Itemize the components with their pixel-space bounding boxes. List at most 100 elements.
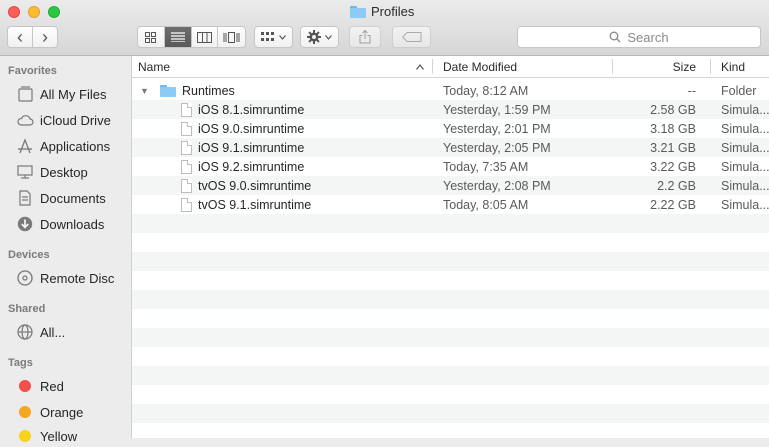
table-row[interactable]: iOS 9.0.simruntime Yesterday, 2:01 PM 3.… (132, 119, 769, 138)
disc-icon (16, 269, 34, 287)
file-size: 2.2 GB (657, 178, 696, 193)
close-window-button[interactable] (8, 6, 20, 18)
kind-column-header[interactable]: Kind (721, 56, 769, 77)
chevron-down-icon (279, 34, 286, 40)
sidebar-item-label: Yellow (40, 428, 78, 444)
sidebar-item-applications[interactable]: Applications (16, 135, 110, 157)
file-kind: Simula... (721, 102, 769, 117)
sidebar-item-remote-disc[interactable]: Remote Disc (16, 267, 114, 289)
tag-icon (401, 32, 421, 42)
sidebar: Favorites All My Files iCloud Drive Appl… (0, 56, 132, 444)
chevron-right-icon: › (42, 26, 48, 47)
table-row[interactable]: tvOS 9.0.simruntime Yesterday, 2:08 PM 2… (132, 176, 769, 195)
empty-row (132, 366, 769, 385)
devices-header: Devices (8, 249, 50, 261)
date-modified: Today, 8:12 AM (443, 83, 529, 98)
edit-tags-button[interactable] (392, 26, 431, 48)
document-icon (181, 178, 192, 193)
view-mode-control (137, 26, 246, 48)
zoom-window-button[interactable] (48, 6, 60, 18)
action-button[interactable] (300, 26, 339, 48)
sidebar-item-all-shared[interactable]: All... (16, 321, 65, 343)
file-kind: Folder (721, 83, 757, 98)
date-modified: Yesterday, 2:01 PM (443, 121, 551, 136)
folder-icon (160, 84, 176, 97)
documents-icon (16, 189, 34, 207)
sidebar-item-label: All My Files (40, 86, 107, 102)
column-header: Name Date Modified Size Kind (132, 56, 769, 78)
file-kind: Simula... (721, 159, 769, 174)
table-row[interactable]: ▼ Runtimes Today, 8:12 AM -- Folder (132, 81, 769, 100)
window-title-text: Profiles (371, 4, 415, 19)
favorites-header: Favorites (8, 65, 57, 77)
file-size: 3.18 GB (650, 121, 696, 136)
sidebar-item-icloud-drive[interactable]: iCloud Drive (16, 109, 111, 131)
column-view-button[interactable] (192, 27, 219, 47)
file-size: 2.58 GB (650, 102, 696, 117)
search-placeholder: Search (627, 29, 669, 45)
cover-flow-view-button[interactable] (218, 27, 245, 47)
kind-column-label: Kind (721, 59, 746, 74)
file-size: -- (687, 83, 696, 98)
file-name: tvOS 9.0.simruntime (198, 178, 312, 193)
file-list: Name Date Modified Size Kind ▼ Runtimes … (132, 56, 769, 438)
sidebar-tag-yellow[interactable]: Yellow (16, 425, 77, 447)
size-column-label: Size (672, 59, 696, 74)
sidebar-item-desktop[interactable]: Desktop (16, 161, 88, 183)
forward-button[interactable]: › (33, 27, 57, 47)
sort-ascending-icon (416, 63, 424, 70)
file-name: iOS 9.0.simruntime (198, 121, 305, 136)
search-icon (609, 31, 621, 43)
chevron-left-icon: ‹ (17, 26, 23, 47)
icon-grid-icon (145, 31, 157, 43)
document-icon (181, 121, 192, 136)
list-view-button[interactable] (164, 27, 192, 47)
network-icon (16, 323, 34, 341)
all-files-icon (16, 85, 34, 103)
tags-header: Tags (8, 357, 33, 369)
file-kind: Simula... (721, 121, 769, 136)
title-bar: Profiles ‹ › Search (0, 0, 769, 56)
column-divider (710, 59, 711, 74)
arrange-button[interactable] (254, 26, 293, 48)
name-column-header[interactable]: Name (138, 56, 430, 77)
file-name: iOS 9.1.simruntime (198, 140, 305, 155)
cover-flow-icon (223, 31, 240, 43)
folder-icon (350, 5, 366, 18)
cloud-icon (16, 111, 34, 129)
file-size: 3.22 GB (650, 159, 696, 174)
sidebar-item-downloads[interactable]: Downloads (16, 213, 104, 235)
size-column-header[interactable]: Size (613, 56, 696, 77)
table-row[interactable]: iOS 8.1.simruntime Yesterday, 1:59 PM 2.… (132, 100, 769, 119)
table-row[interactable]: iOS 9.1.simruntime Yesterday, 2:05 PM 3.… (132, 138, 769, 157)
date-column-label: Date Modified (443, 59, 518, 74)
sidebar-item-label: Desktop (40, 164, 88, 180)
file-kind: Simula... (721, 197, 769, 212)
name-column-label: Name (138, 59, 171, 74)
empty-row (132, 328, 769, 347)
icon-view-button[interactable] (138, 27, 165, 47)
desktop-icon (16, 163, 34, 181)
file-name: Runtimes (182, 83, 235, 98)
downloads-icon (16, 215, 34, 233)
disclosure-triangle-icon[interactable]: ▼ (140, 86, 150, 96)
table-row[interactable]: iOS 9.2.simruntime Today, 7:35 AM 3.22 G… (132, 157, 769, 176)
sidebar-item-label: Orange (40, 404, 84, 420)
sidebar-tag-orange[interactable]: Orange (16, 401, 83, 423)
date-column-header[interactable]: Date Modified (443, 56, 613, 77)
date-modified: Yesterday, 1:59 PM (443, 102, 551, 117)
date-modified: Today, 8:05 AM (443, 197, 529, 212)
sidebar-item-label: Documents (40, 190, 106, 206)
minimize-window-button[interactable] (28, 6, 40, 18)
sidebar-tag-red[interactable]: Red (16, 375, 64, 397)
sidebar-item-label: Red (40, 378, 64, 394)
sidebar-item-all-my-files[interactable]: All My Files (16, 83, 106, 105)
sidebar-item-documents[interactable]: Documents (16, 187, 106, 209)
file-size: 2.22 GB (650, 197, 696, 212)
empty-row (132, 252, 769, 271)
search-field[interactable]: Search (517, 26, 761, 48)
share-button[interactable] (349, 26, 381, 48)
empty-row (132, 404, 769, 423)
back-button[interactable]: ‹ (8, 27, 33, 47)
table-row[interactable]: tvOS 9.1.simruntime Today, 8:05 AM 2.22 … (132, 195, 769, 214)
